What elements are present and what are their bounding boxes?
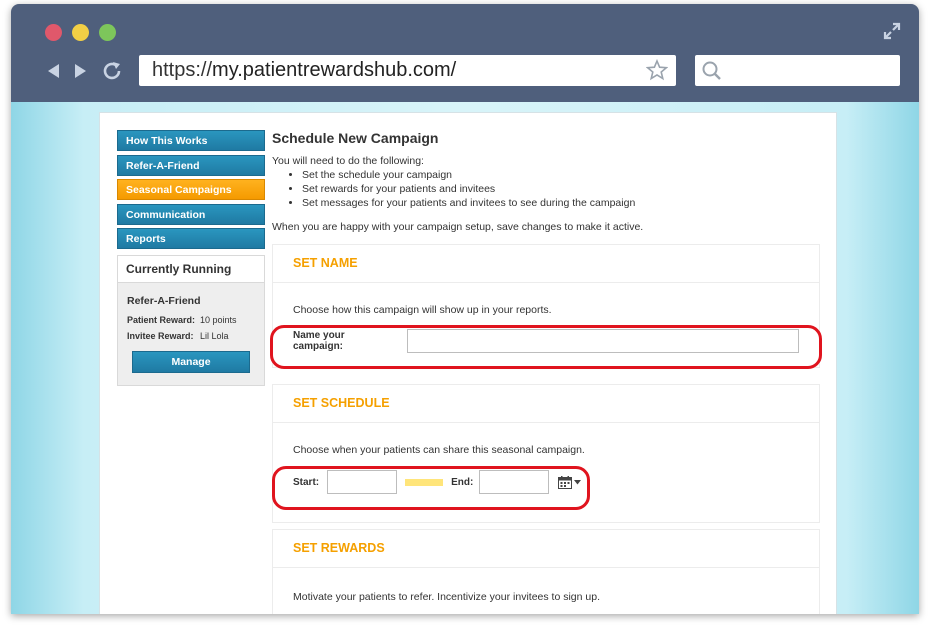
- sidebar: How This Works Refer-A-Friend Seasonal C…: [117, 130, 265, 386]
- patient-reward-row: Patient Reward: 10 points: [127, 315, 255, 325]
- list-item: Set messages for your patients and invit…: [302, 196, 820, 210]
- intro-text: You will need to do the following:: [272, 155, 424, 167]
- currently-running-title: Currently Running: [118, 256, 264, 283]
- url-protocol: https://: [152, 59, 213, 81]
- set-schedule-description: Choose when your patients can share this…: [293, 444, 585, 456]
- set-rewards-body: Motivate your patients to refer. Incenti…: [273, 568, 819, 614]
- page-title: Schedule New Campaign: [272, 130, 439, 146]
- schedule-field-highlight: [272, 466, 590, 510]
- currently-running-panel: Currently Running Refer-A-Friend Patient…: [117, 255, 265, 386]
- invitee-reward-value: Lil Lola: [200, 331, 229, 341]
- set-schedule-heading: SET SCHEDULE: [273, 385, 819, 423]
- bookmark-star-icon[interactable]: [646, 59, 668, 81]
- manage-button[interactable]: Manage: [132, 351, 250, 373]
- patient-reward-label: Patient Reward:: [127, 315, 196, 325]
- running-campaign-name: Refer-A-Friend: [127, 295, 201, 307]
- nav-controls: [45, 60, 123, 82]
- fullscreen-icon[interactable]: [883, 22, 901, 40]
- sidebar-item-communication[interactable]: Communication: [117, 203, 265, 225]
- name-field-highlight: [270, 325, 822, 369]
- invitee-reward-label: Invitee Reward:: [127, 331, 194, 341]
- list-item: Set the schedule your campaign: [302, 168, 820, 182]
- sidebar-item-seasonal-campaigns[interactable]: Seasonal Campaigns: [117, 179, 265, 200]
- address-bar[interactable]: https://my.patientrewardshub.com/: [139, 55, 676, 86]
- browser-window: https://my.patientrewardshub.com/ How Th…: [11, 4, 919, 614]
- patient-reward-value: 10 points: [200, 315, 237, 325]
- reload-icon[interactable]: [101, 60, 123, 82]
- set-name-heading: SET NAME: [273, 245, 819, 283]
- url-host: my.patientrewardshub.com/: [212, 59, 457, 81]
- currently-running-body: Refer-A-Friend Patient Reward: 10 points…: [118, 283, 264, 385]
- page-viewport: How This Works Refer-A-Friend Seasonal C…: [11, 102, 919, 614]
- forward-icon[interactable]: [73, 62, 89, 80]
- outro-text: When you are happy with your campaign se…: [272, 221, 644, 233]
- maximize-window-button[interactable]: [99, 24, 116, 41]
- browser-search-box[interactable]: [695, 55, 900, 86]
- back-icon[interactable]: [45, 62, 61, 80]
- set-rewards-description: Motivate your patients to refer. Incenti…: [293, 591, 600, 603]
- window-controls: [45, 24, 116, 41]
- sidebar-item-refer-a-friend[interactable]: Refer-A-Friend: [117, 154, 265, 176]
- set-name-description: Choose how this campaign will show up in…: [293, 304, 552, 316]
- sidebar-item-reports[interactable]: Reports: [117, 228, 265, 249]
- steps-list: Set the schedule your campaign Set rewar…: [302, 168, 820, 210]
- set-rewards-card: SET REWARDS Motivate your patients to re…: [272, 529, 820, 614]
- set-rewards-heading: SET REWARDS: [273, 530, 819, 568]
- list-item: Set rewards for your patients and invite…: [302, 182, 820, 196]
- invitee-reward-row: Invitee Reward: Lil Lola: [127, 331, 255, 341]
- sidebar-item-how-this-works[interactable]: How This Works: [117, 130, 265, 151]
- search-icon: [702, 61, 721, 80]
- main-content: Schedule New Campaign You will need to d…: [272, 130, 820, 614]
- page-content: How This Works Refer-A-Friend Seasonal C…: [99, 112, 837, 614]
- close-window-button[interactable]: [45, 24, 62, 41]
- minimize-window-button[interactable]: [72, 24, 89, 41]
